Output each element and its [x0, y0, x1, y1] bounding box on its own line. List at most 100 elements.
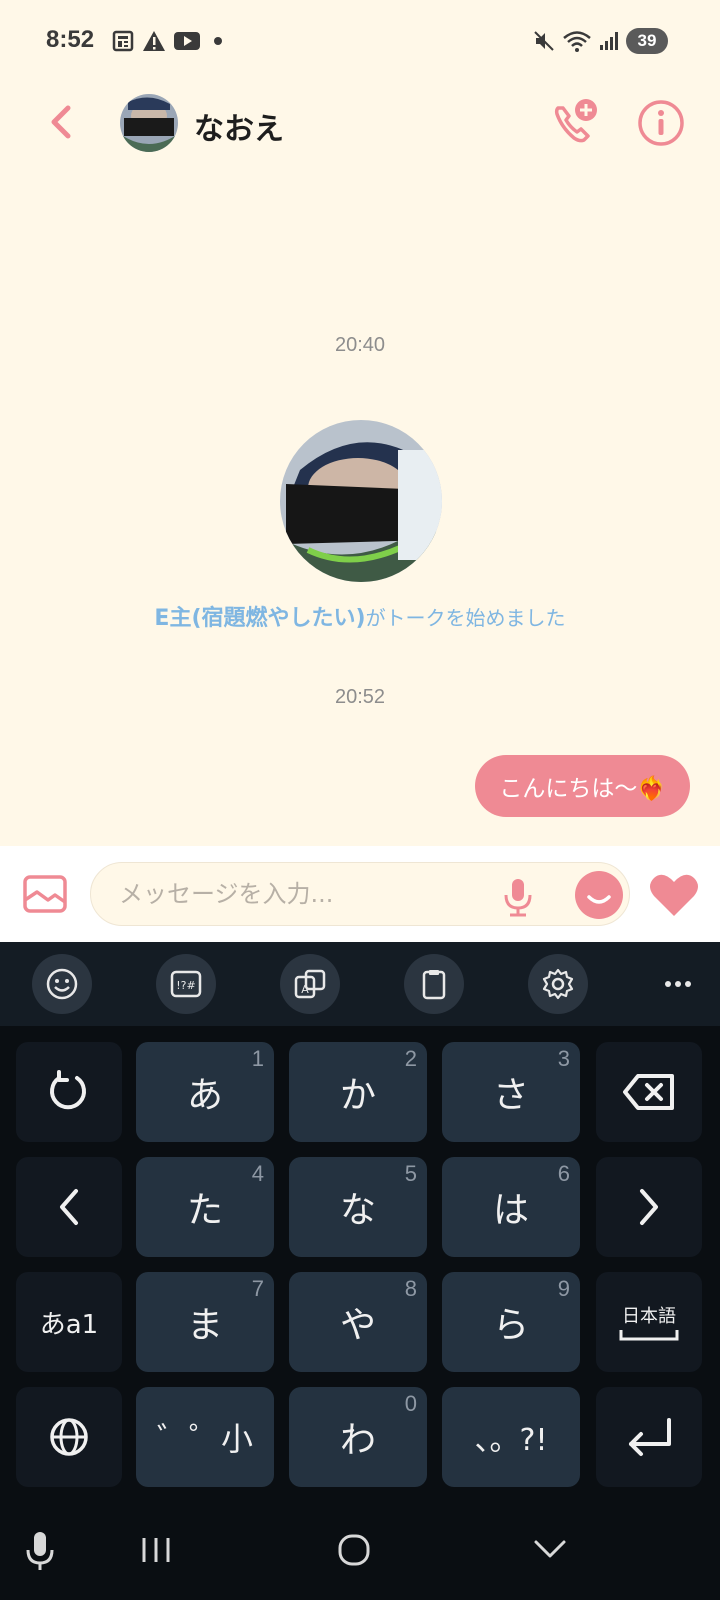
key-ya[interactable]: や 8 — [289, 1272, 427, 1372]
cursor-left-key[interactable] — [16, 1157, 122, 1257]
voice-message-button[interactable] — [501, 877, 535, 917]
key-number: 5 — [404, 1161, 417, 1186]
backspace-icon — [623, 1074, 674, 1110]
key-number: 9 — [557, 1276, 570, 1301]
key-label: わ — [339, 1420, 376, 1461]
more-button[interactable] — [648, 954, 708, 1014]
punctuation-key[interactable]: 、。?! — [442, 1387, 580, 1487]
key-label: あa1 — [39, 1309, 99, 1340]
settings-button[interactable] — [528, 954, 588, 1014]
key-number: 7 — [251, 1276, 264, 1301]
cursor-right-key[interactable] — [596, 1157, 702, 1257]
dakuten-key[interactable]: ゛゜小 — [136, 1387, 274, 1487]
key-label: ま — [186, 1305, 223, 1346]
joined-user-name[interactable]: E主(宿題燃やしたい) — [154, 606, 365, 631]
home-button[interactable] — [334, 1530, 374, 1570]
key-sa[interactable]: さ 3 — [442, 1042, 580, 1142]
key-a[interactable]: あ 1 — [136, 1042, 274, 1142]
dot-icon — [214, 37, 222, 45]
warning-icon — [143, 31, 165, 51]
emoji-button[interactable] — [32, 954, 92, 1014]
settings-icon — [542, 968, 574, 1000]
battery-indicator: 39 — [626, 28, 668, 54]
join-message: E主(宿題燃やしたい)がトークを始めました — [0, 600, 720, 632]
sticker-button[interactable] — [575, 871, 623, 919]
hide-keyboard-button[interactable] — [530, 1530, 570, 1570]
contact-name: なおえ — [194, 112, 284, 147]
undo-icon — [50, 1070, 86, 1110]
keyboard: あ 1 か 2 さ 3 た 4 な 5 は 6 あa1 ま 7 や 8 ら 9 … — [0, 1026, 720, 1500]
gallery-button[interactable] — [22, 874, 68, 914]
symbols-button[interactable]: !?# — [156, 954, 216, 1014]
like-button[interactable] — [648, 872, 700, 918]
clipboard-icon — [422, 970, 446, 1000]
key-wa[interactable]: わ 0 — [289, 1387, 427, 1487]
globe-icon — [50, 1418, 88, 1456]
voice-input-icon — [26, 1532, 54, 1570]
hide-keyboard-icon — [534, 1540, 566, 1558]
language-key[interactable] — [16, 1387, 122, 1487]
translate-button[interactable]: A — [280, 954, 340, 1014]
key-ha[interactable]: は 6 — [442, 1157, 580, 1257]
image-icon — [23, 875, 67, 913]
info-button[interactable] — [636, 98, 686, 148]
youtube-icon — [174, 32, 200, 50]
avatar-photo — [120, 94, 178, 152]
undo-key[interactable] — [16, 1042, 122, 1142]
input-mode-key[interactable]: あa1 — [16, 1272, 122, 1372]
space-key[interactable]: 日本語 — [596, 1272, 702, 1372]
key-label: ゛゜小 — [156, 1420, 253, 1458]
message-field[interactable] — [90, 862, 630, 926]
join-text: がトークを始めました — [365, 606, 566, 630]
chevron-right-icon — [640, 1189, 658, 1225]
key-label: さ — [492, 1075, 529, 1116]
key-number: 6 — [557, 1161, 570, 1186]
back-button[interactable] — [40, 100, 84, 144]
key-number: 2 — [404, 1046, 417, 1071]
recents-button[interactable] — [136, 1530, 176, 1570]
key-label: 日本語 — [622, 1306, 676, 1327]
key-number: 8 — [404, 1276, 417, 1301]
key-ma[interactable]: ま 7 — [136, 1272, 274, 1372]
key-number: 4 — [251, 1161, 264, 1186]
wifi-icon — [563, 31, 591, 52]
message-input[interactable] — [119, 863, 479, 925]
contact-avatar[interactable] — [120, 94, 178, 152]
chat-header: なおえ — [0, 84, 720, 170]
key-label: 、。?! — [474, 1423, 548, 1458]
joined-user-avatar[interactable] — [280, 420, 442, 582]
key-ta[interactable]: た 4 — [136, 1157, 274, 1257]
system-icons: 39 — [532, 28, 668, 54]
signal-icon — [600, 32, 618, 50]
key-label: ら — [492, 1305, 529, 1346]
home-icon — [338, 1534, 370, 1566]
backspace-key[interactable] — [596, 1042, 702, 1142]
symbols-icon: !?# — [170, 970, 202, 998]
clipboard-button[interactable] — [404, 954, 464, 1014]
microphone-icon — [504, 879, 532, 917]
info-icon — [638, 100, 684, 146]
svg-text:A: A — [301, 983, 309, 996]
key-ra[interactable]: ら 9 — [442, 1272, 580, 1372]
chevron-left-icon — [60, 1189, 78, 1225]
key-ka[interactable]: か 2 — [289, 1042, 427, 1142]
add-call-button[interactable] — [548, 96, 602, 150]
notification-icons — [112, 30, 228, 52]
sticker-icon — [587, 895, 611, 904]
key-na[interactable]: な 5 — [289, 1157, 427, 1257]
key-label: や — [339, 1305, 376, 1346]
message-input-bar — [0, 846, 720, 942]
recents-icon — [142, 1538, 170, 1562]
space-icon — [619, 1330, 679, 1341]
key-label: た — [186, 1190, 223, 1231]
mute-icon — [534, 31, 554, 51]
enter-icon — [629, 1418, 671, 1456]
voice-input-button[interactable] — [22, 1530, 58, 1572]
key-number: 0 — [404, 1391, 417, 1416]
sent-message-bubble[interactable]: こんにちは〜❤️‍🔥 — [475, 755, 690, 817]
status-time: 8:52 — [46, 26, 95, 53]
enter-key[interactable] — [596, 1387, 702, 1487]
svg-text:!?#: !?# — [176, 979, 195, 992]
timestamp: 20:52 — [334, 686, 386, 708]
key-number: 1 — [251, 1046, 264, 1071]
